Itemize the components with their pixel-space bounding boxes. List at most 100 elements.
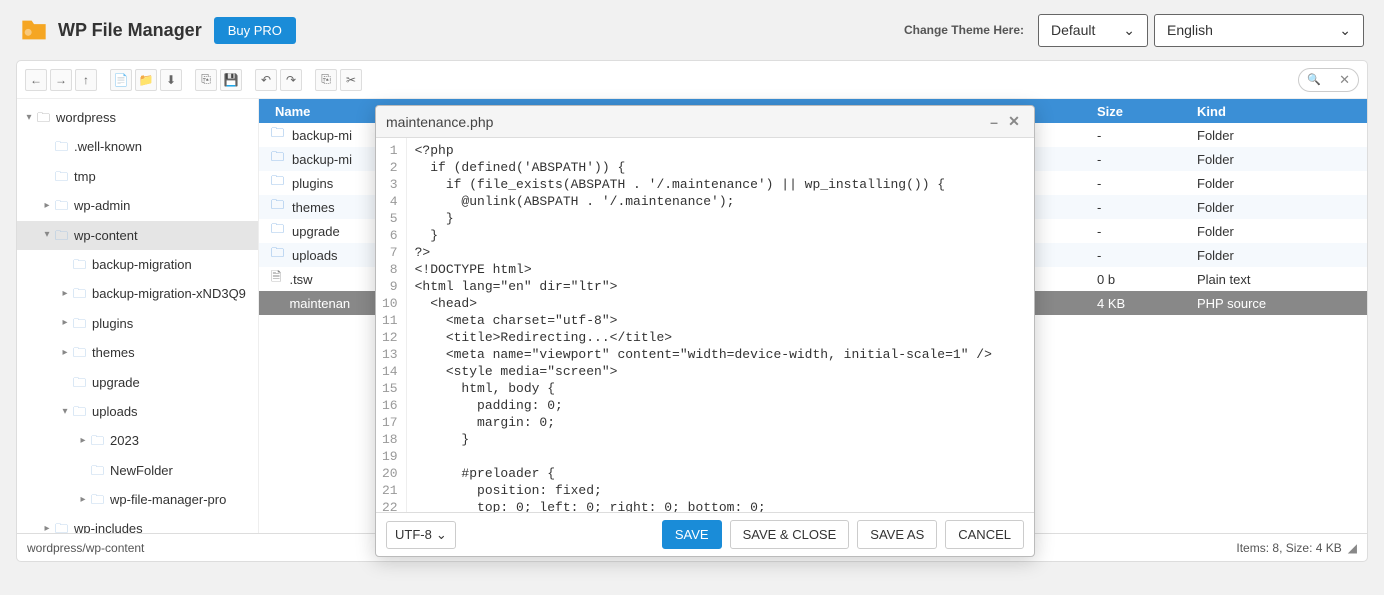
- tree-label: backup-migration-xND3Q9: [92, 282, 246, 305]
- file-kind: Folder: [1197, 224, 1367, 239]
- col-kind[interactable]: Kind: [1197, 104, 1367, 119]
- tree-item-uploads[interactable]: ▾🗀 uploads: [17, 397, 258, 426]
- undo-button[interactable]: ↶: [255, 69, 277, 91]
- file-size: -: [1097, 200, 1197, 215]
- code-editor-dialog: maintenance.php – ✕ 1 2 3 4 5 6 7 8 9 10…: [375, 105, 1035, 557]
- close-search-icon[interactable]: ✕: [1339, 72, 1350, 88]
- up-button[interactable]: ↑: [75, 69, 97, 91]
- save-close-button[interactable]: SAVE & CLOSE: [730, 520, 850, 549]
- file-icon: 🗎: [271, 268, 281, 290]
- folder-icon: 🗀: [73, 253, 86, 276]
- file-kind: Folder: [1197, 128, 1367, 143]
- search-icon: 🔍: [1307, 73, 1321, 86]
- save-as-button[interactable]: SAVE AS: [857, 520, 937, 549]
- tree-toggle-icon[interactable]: ▸: [59, 344, 71, 362]
- tree-item-newfolder[interactable]: 🗀NewFolder: [17, 456, 258, 485]
- tree-toggle-icon[interactable]: ▾: [59, 403, 71, 421]
- tree-toggle-icon[interactable]: ▸: [77, 432, 89, 450]
- tree-item-wp-admin[interactable]: ▸🗀wp-admin: [17, 191, 258, 220]
- search-box[interactable]: 🔍 ✕: [1298, 68, 1359, 92]
- header: WP File Manager Buy PRO Change Theme Her…: [0, 0, 1384, 60]
- file-name: backup-mi: [292, 128, 352, 143]
- folder-icon: 🗀: [55, 517, 68, 533]
- tree-toggle-icon[interactable]: ▸: [41, 197, 53, 215]
- folder-icon: 🗀: [91, 488, 104, 511]
- tree-label: .well-known: [74, 135, 142, 158]
- new-file-button[interactable]: 📄: [110, 69, 132, 91]
- code-area[interactable]: 1 2 3 4 5 6 7 8 9 10 11 12 13 14 15 16 1…: [376, 138, 1034, 512]
- folder-icon: 🗀: [271, 196, 284, 218]
- save-button[interactable]: SAVE: [662, 520, 722, 549]
- cancel-button[interactable]: CANCEL: [945, 520, 1024, 549]
- buy-pro-button[interactable]: Buy PRO: [214, 17, 296, 44]
- tree-item-wp-file-manager-pro[interactable]: ▸🗀 wp-file-manager-pro: [17, 485, 258, 514]
- tree-label: wp-file-manager-pro: [110, 488, 226, 511]
- tree-item-wp-content[interactable]: ▾🗀wp-content: [17, 221, 258, 250]
- file-size: 4 KB: [1097, 296, 1197, 311]
- app-logo-icon: [20, 16, 48, 44]
- file-name: themes: [292, 200, 335, 215]
- redo-button[interactable]: ↷: [280, 69, 302, 91]
- status-path: wordpress/wp-content: [27, 541, 144, 555]
- file-name: upgrade: [292, 224, 340, 239]
- tree-label: wordpress: [56, 106, 116, 129]
- new-folder-button[interactable]: 📁: [135, 69, 157, 91]
- folder-icon: 🗀: [55, 165, 68, 188]
- tree-item-upgrade[interactable]: 🗀upgrade: [17, 368, 258, 397]
- col-size[interactable]: Size: [1097, 104, 1197, 119]
- language-select[interactable]: English ⌄: [1154, 14, 1364, 47]
- back-button[interactable]: ←: [25, 69, 47, 91]
- folder-icon: 🗀: [55, 135, 68, 158]
- theme-select[interactable]: Default ⌄: [1038, 14, 1148, 47]
- upload-button[interactable]: ⬇: [160, 69, 182, 91]
- folder-icon: 🗀: [73, 400, 86, 423]
- folder-icon: 🗀: [73, 312, 86, 335]
- file-kind: Folder: [1197, 152, 1367, 167]
- file-manager: ← → ↑ 📄 📁 ⬇ ⎘ 💾 ↶ ↷ ⎘ ✂ 🔍 ✕ ▾🗀wordpress🗀…: [16, 60, 1368, 562]
- editor-footer: UTF-8 ⌄ SAVE SAVE & CLOSE SAVE AS CANCEL: [376, 512, 1034, 556]
- tree-item-wp-includes[interactable]: ▸🗀 wp-includes: [17, 514, 258, 533]
- forward-button[interactable]: →: [50, 69, 72, 91]
- folder-icon: 🗀: [73, 341, 86, 364]
- cut-button[interactable]: ✂: [340, 69, 362, 91]
- file-name: uploads: [292, 248, 338, 263]
- file-kind: Folder: [1197, 200, 1367, 215]
- tree-label: wp-admin: [74, 194, 130, 217]
- folder-icon: 🗀: [91, 429, 104, 452]
- tree-item-backup-migration[interactable]: 🗀 backup-migration: [17, 250, 258, 279]
- tree-label: backup-migration: [92, 253, 192, 276]
- file-size: -: [1097, 248, 1197, 263]
- folder-icon: 🗀: [73, 282, 86, 305]
- encoding-select[interactable]: UTF-8 ⌄: [386, 521, 456, 549]
- tree-toggle-icon[interactable]: ▾: [41, 226, 53, 244]
- copy-button[interactable]: ⎘: [195, 69, 217, 91]
- folder-icon: 🗀: [271, 148, 284, 170]
- tree-item-plugins[interactable]: ▸🗀plugins: [17, 309, 258, 338]
- minimize-icon[interactable]: –: [984, 112, 1004, 132]
- tree-toggle-icon[interactable]: ▸: [59, 314, 71, 332]
- tree-label: wp-content: [74, 224, 138, 247]
- file-name: .tsw: [289, 272, 312, 287]
- folder-icon: 🗀: [37, 106, 50, 129]
- duplicate-button[interactable]: ⎘: [315, 69, 337, 91]
- tree-item-wordpress[interactable]: ▾🗀 wordpress: [17, 103, 258, 132]
- tree-item--well-known[interactable]: 🗀 .well-known: [17, 132, 258, 161]
- tree-toggle-icon[interactable]: ▾: [23, 109, 35, 127]
- tree-item-2023[interactable]: ▸🗀2023: [17, 426, 258, 455]
- save-button[interactable]: 💾: [220, 69, 242, 91]
- tree-toggle-icon[interactable]: ▸: [59, 285, 71, 303]
- editor-header[interactable]: maintenance.php – ✕: [376, 106, 1034, 138]
- tree-label: wp-includes: [74, 517, 143, 533]
- close-icon[interactable]: ✕: [1004, 112, 1024, 132]
- resize-handle-icon[interactable]: ◢: [1348, 541, 1357, 555]
- tree-item-backup-migration-xnd3q9[interactable]: ▸🗀 backup-migration-xND3Q9: [17, 279, 258, 308]
- tree-label: uploads: [92, 400, 138, 423]
- code-text[interactable]: <?php if (defined('ABSPATH')) { if (file…: [407, 138, 1034, 512]
- tree-toggle-icon[interactable]: ▸: [41, 520, 53, 533]
- tree-toggle-icon[interactable]: ▸: [77, 491, 89, 509]
- tree-item-themes[interactable]: ▸🗀themes: [17, 338, 258, 367]
- toolbar: ← → ↑ 📄 📁 ⬇ ⎘ 💾 ↶ ↷ ⎘ ✂ 🔍 ✕: [17, 61, 1367, 99]
- status-count: Items: 8, Size: 4 KB: [1236, 541, 1341, 555]
- tree-item-tmp[interactable]: 🗀tmp: [17, 162, 258, 191]
- theme-label: Change Theme Here:: [904, 23, 1024, 37]
